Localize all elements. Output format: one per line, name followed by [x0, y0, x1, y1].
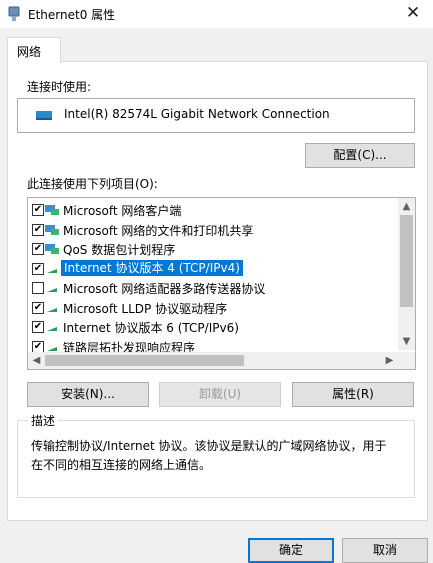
- adapter-name: Intel(R) 82574L Gigabit Network Connecti…: [64, 107, 330, 121]
- uninstall-button[interactable]: 卸载(U): [159, 382, 281, 407]
- item-checkbox[interactable]: ✔: [32, 223, 44, 236]
- tab-network[interactable]: 网络: [7, 37, 61, 63]
- item-label: Internet 协议版本 6 (TCP/IPv6): [63, 321, 239, 335]
- item-checkbox[interactable]: ✔: [32, 262, 44, 275]
- scroll-up-icon[interactable]: ▲: [398, 198, 415, 215]
- network-adapter-icon: [36, 111, 52, 120]
- item-label: Microsoft 网络适配器多路传送器协议: [63, 282, 266, 296]
- properties-button[interactable]: 属性(R): [292, 382, 414, 407]
- close-button[interactable]: ✕: [393, 0, 433, 28]
- item-checkbox[interactable]: ✔: [32, 204, 44, 216]
- items-list[interactable]: ✔ Microsoft 网络客户端 ✔ Microsoft 网络的文件和打印机共享 ✔ Q…: [27, 197, 416, 370]
- item-checkbox[interactable]: ✔: [32, 243, 44, 255]
- item-checkbox[interactable]: ✔: [32, 301, 44, 314]
- item-label: Microsoft 网络客户端: [63, 204, 182, 218]
- list-item[interactable]: ✔ Microsoft 网络的文件和打印机共享: [28, 220, 397, 240]
- item-label: Microsoft 网络的文件和打印机共享: [63, 223, 254, 238]
- h-scroll-thumb[interactable]: [45, 355, 244, 366]
- ok-button[interactable]: 确定: [248, 538, 334, 563]
- adapter-field: Intel(R) 82574L Gigabit Network Connecti…: [17, 98, 415, 133]
- list-item[interactable]: Microsoft 网络适配器多路传送器协议: [28, 278, 397, 298]
- horizontal-scrollbar[interactable]: ◀ ▶: [28, 352, 415, 369]
- item-label: Microsoft LLDP 协议驱动程序: [63, 301, 228, 316]
- item-checkbox[interactable]: [32, 282, 44, 294]
- title-bar: Ethernet0 属性 ✕: [0, 0, 433, 28]
- list-item[interactable]: ✔ Microsoft LLDP 协议驱动程序: [28, 298, 397, 318]
- install-button[interactable]: 安装(N)...: [27, 382, 149, 407]
- items-label: 此连接使用下列项目(O):: [27, 177, 158, 191]
- scroll-thumb[interactable]: [400, 215, 413, 307]
- item-checkbox[interactable]: ✔: [32, 340, 44, 353]
- list-item[interactable]: ✔ Microsoft 网络客户端: [28, 200, 397, 220]
- item-label: QoS 数据包计划程序: [63, 243, 176, 257]
- scroll-down-icon[interactable]: ▼: [398, 333, 415, 350]
- connect-using-label: 连接时使用:: [27, 80, 92, 94]
- ethernet-icon: [8, 6, 20, 21]
- vertical-scrollbar[interactable]: ▲ ▼: [398, 198, 415, 350]
- configure-button[interactable]: 配置(C)...: [305, 143, 415, 168]
- cancel-button[interactable]: 取消: [342, 538, 428, 563]
- list-item[interactable]: ✔ Internet 协议版本 6 (TCP/IPv6): [28, 317, 397, 337]
- scroll-left-icon[interactable]: ◀: [28, 352, 45, 369]
- description-title: 描述: [28, 412, 59, 429]
- description-text: 传输控制协议/Internet 协议。该协议是默认的广域网络协议，用于在不同的相…: [31, 439, 387, 472]
- tab-label: 网络: [17, 45, 42, 59]
- item-checkbox[interactable]: ✔: [32, 321, 44, 333]
- window-title: Ethernet0 属性: [28, 8, 116, 22]
- scroll-right-icon[interactable]: ▶: [381, 352, 398, 369]
- list-item[interactable]: ✔ QoS 数据包计划程序: [28, 239, 397, 259]
- item-label: Internet 协议版本 4 (TCP/IPv4): [61, 259, 243, 276]
- list-item[interactable]: ✔ Internet 协议版本 4 (TCP/IPv4): [28, 259, 397, 279]
